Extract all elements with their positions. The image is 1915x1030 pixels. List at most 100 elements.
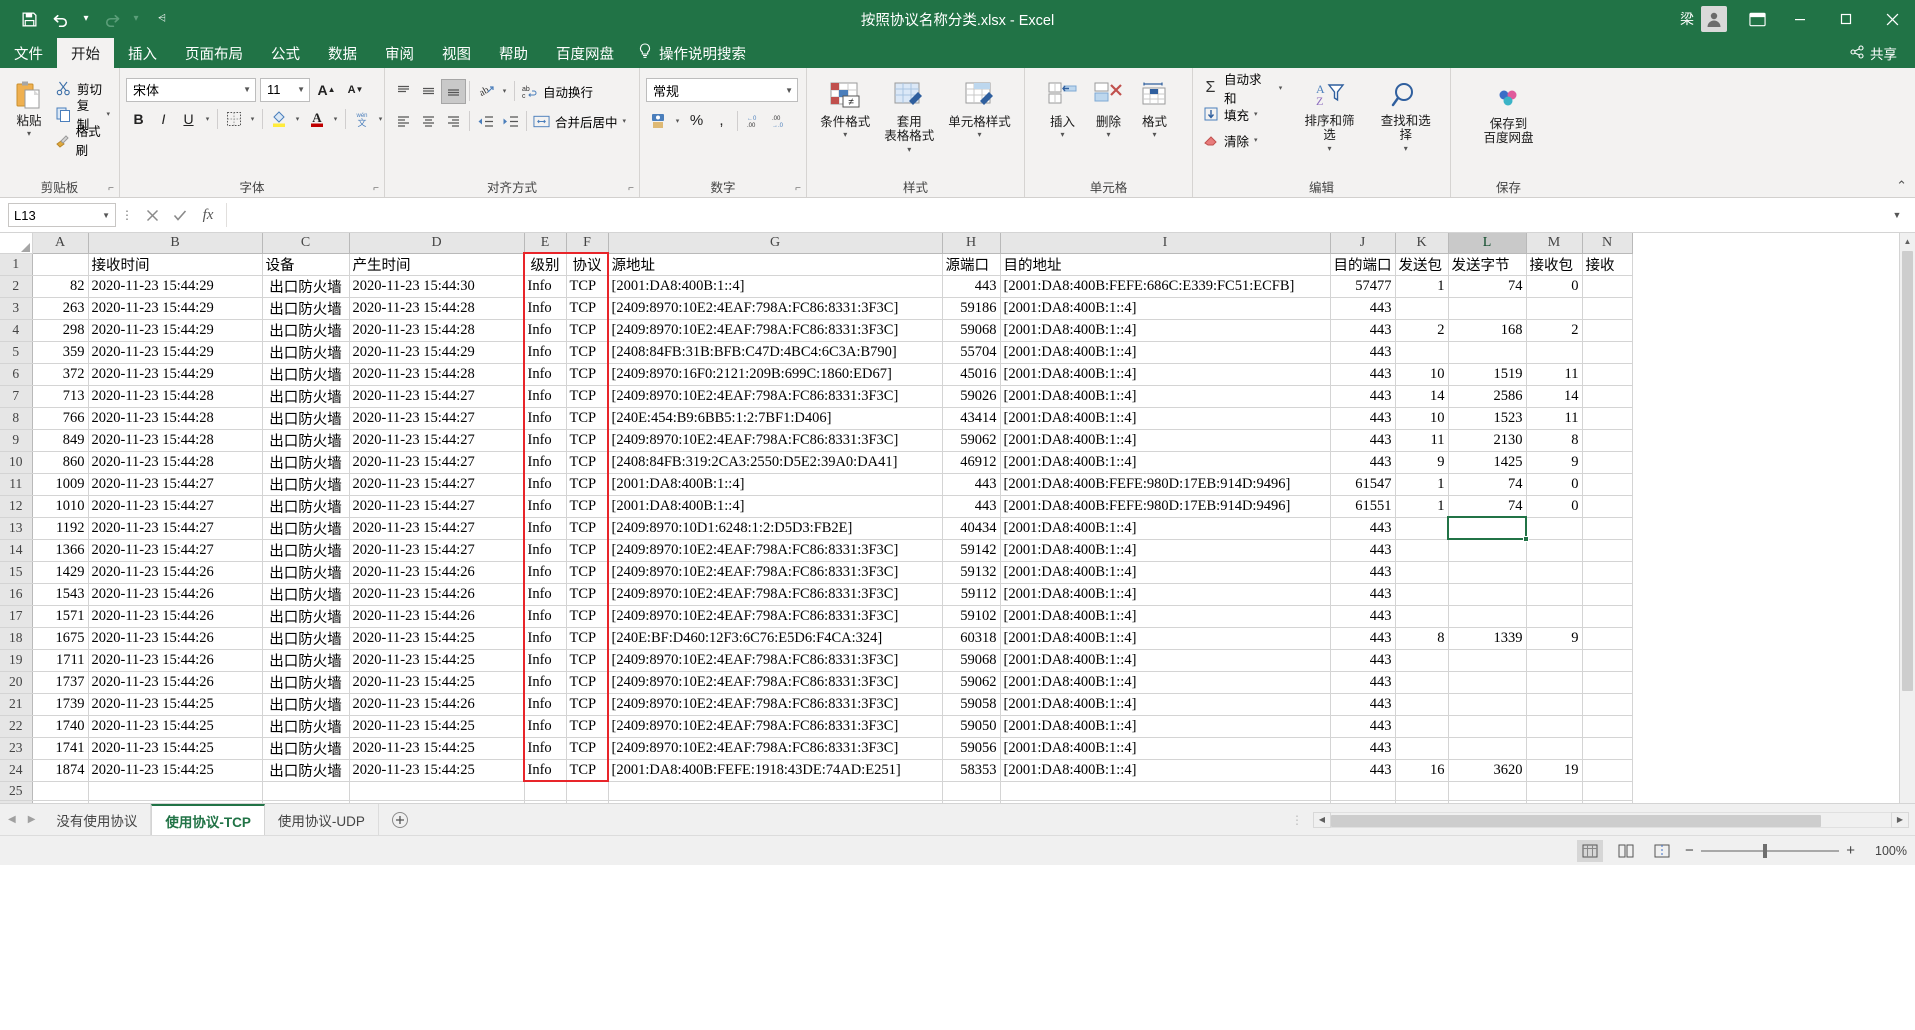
- cell-C17[interactable]: 出口防火墙: [262, 605, 350, 628]
- table-row[interactable]: 2 82 2020-11-23 15:44:29 出口防火墙 2020-11-23 15…: [0, 275, 1633, 298]
- cell-F13[interactable]: TCP: [566, 517, 609, 540]
- column-header-i[interactable]: I: [1000, 233, 1331, 254]
- cell-I18[interactable]: [2001:DA8:400B:1::4]: [1000, 627, 1331, 650]
- cell-N5[interactable]: [1582, 341, 1633, 364]
- cell-H9[interactable]: 59062: [942, 429, 1001, 452]
- cell-B10[interactable]: 2020-11-23 15:44:28: [88, 451, 263, 474]
- page-layout-icon[interactable]: [1613, 840, 1639, 862]
- cell-A7[interactable]: 713: [32, 385, 89, 408]
- row-header-25[interactable]: 25: [0, 781, 33, 801]
- row-header-19[interactable]: 19: [0, 649, 33, 672]
- cell-J17[interactable]: 443: [1330, 605, 1396, 628]
- cell-G20[interactable]: [2409:8970:10E2:4EAF:798A:FC86:8331:3F3C…: [608, 671, 943, 694]
- tab-home[interactable]: 开始: [57, 38, 114, 68]
- cell-I23[interactable]: [2001:DA8:400B:1::4]: [1000, 737, 1331, 760]
- cell-header-E[interactable]: 级别: [524, 253, 567, 276]
- cell-L16[interactable]: [1448, 583, 1527, 606]
- cell-N9[interactable]: [1582, 429, 1633, 452]
- cell-M3[interactable]: [1526, 297, 1583, 320]
- row-header-15[interactable]: 15: [0, 561, 33, 584]
- redo-dropdown-icon[interactable]: ▾: [128, 5, 144, 33]
- cell-D10[interactable]: 2020-11-23 15:44:27: [349, 451, 525, 474]
- column-header-g[interactable]: G: [608, 233, 943, 254]
- zoom-track[interactable]: [1700, 843, 1840, 858]
- cell-A3[interactable]: 263: [32, 297, 89, 320]
- align-bottom-icon[interactable]: [441, 78, 466, 104]
- cell-M26[interactable]: [1526, 800, 1583, 803]
- cell-G9[interactable]: [2409:8970:10E2:4EAF:798A:FC86:8331:3F3C…: [608, 429, 943, 452]
- cell-L13[interactable]: [1448, 517, 1527, 540]
- cell-B3[interactable]: 2020-11-23 15:44:29: [88, 297, 263, 320]
- cell-B2[interactable]: 2020-11-23 15:44:29: [88, 275, 263, 298]
- tab-insert[interactable]: 插入: [114, 38, 171, 68]
- cell-L26[interactable]: [1448, 800, 1527, 803]
- cell-G15[interactable]: [2409:8970:10E2:4EAF:798A:FC86:8331:3F3C…: [608, 561, 943, 584]
- table-row[interactable]: 26: [0, 800, 1633, 803]
- format-as-table-button[interactable]: 套用 表格格式 ▾: [877, 76, 941, 157]
- comma-format-button[interactable]: ,: [709, 108, 734, 133]
- cell-L24[interactable]: 3620: [1448, 759, 1527, 782]
- cell-G6[interactable]: [2409:8970:16F0:2121:209B:699C:1860:ED67…: [608, 363, 943, 386]
- cell-M9[interactable]: 8: [1526, 429, 1583, 452]
- cell-B12[interactable]: 2020-11-23 15:44:27: [88, 495, 263, 518]
- cell-D12[interactable]: 2020-11-23 15:44:27: [349, 495, 525, 518]
- cell-K5[interactable]: [1395, 341, 1449, 364]
- cell-K22[interactable]: [1395, 715, 1449, 738]
- cell-J10[interactable]: 443: [1330, 451, 1396, 474]
- cell-E21[interactable]: Info: [524, 693, 567, 716]
- cell-G10[interactable]: [2408:84FB:319:2CA3:2550:D5E2:39A0:DA41]: [608, 451, 943, 474]
- row-header-22[interactable]: 22: [0, 715, 33, 738]
- scroll-left-icon[interactable]: ◀: [1313, 811, 1331, 828]
- cell-E20[interactable]: Info: [524, 671, 567, 694]
- cell-F21[interactable]: TCP: [566, 693, 609, 716]
- cell-L18[interactable]: 1339: [1448, 627, 1527, 650]
- row-header-3[interactable]: 3: [0, 297, 33, 320]
- align-right-icon[interactable]: [441, 109, 466, 134]
- cell-D25[interactable]: [349, 781, 525, 801]
- cell-E13[interactable]: Info: [524, 517, 567, 540]
- cell-M7[interactable]: 14: [1526, 385, 1583, 408]
- cell-D13[interactable]: 2020-11-23 15:44:27: [349, 517, 525, 540]
- cell-K20[interactable]: [1395, 671, 1449, 694]
- cell-B25[interactable]: [88, 781, 263, 801]
- cell-N25[interactable]: [1582, 781, 1633, 801]
- cell-C6[interactable]: 出口防火墙: [262, 363, 350, 386]
- cell-A8[interactable]: 766: [32, 407, 89, 430]
- alignment-dialog-launcher[interactable]: ⌐: [628, 183, 634, 194]
- row-header-21[interactable]: 21: [0, 693, 33, 716]
- cell-A14[interactable]: 1366: [32, 539, 89, 562]
- cell-N21[interactable]: [1582, 693, 1633, 716]
- cell-header-B[interactable]: 接收时间: [88, 253, 263, 276]
- cell-M10[interactable]: 9: [1526, 451, 1583, 474]
- cell-F9[interactable]: TCP: [566, 429, 609, 452]
- cell-F6[interactable]: TCP: [566, 363, 609, 386]
- cell-D15[interactable]: 2020-11-23 15:44:26: [349, 561, 525, 584]
- insert-cells-button[interactable]: 插入 ▾: [1040, 76, 1086, 142]
- cell-L12[interactable]: 74: [1448, 495, 1527, 518]
- table-row[interactable]: 23 1741 2020-11-23 15:44:25 出口防火墙 2020-11-23…: [0, 737, 1633, 760]
- table-row[interactable]: 15 1429 2020-11-23 15:44:26 出口防火墙 2020-11-23…: [0, 561, 1633, 584]
- cell-header-J[interactable]: 目的端口: [1330, 253, 1396, 276]
- format-painter-button[interactable]: 格式刷: [52, 125, 113, 158]
- cell-K23[interactable]: [1395, 737, 1449, 760]
- cell-B15[interactable]: 2020-11-23 15:44:26: [88, 561, 263, 584]
- cell-D21[interactable]: 2020-11-23 15:44:26: [349, 693, 525, 716]
- cell-I7[interactable]: [2001:DA8:400B:1::4]: [1000, 385, 1331, 408]
- cell-I16[interactable]: [2001:DA8:400B:1::4]: [1000, 583, 1331, 606]
- cell-C3[interactable]: 出口防火墙: [262, 297, 350, 320]
- cell-K8[interactable]: 10: [1395, 407, 1449, 430]
- cell-A4[interactable]: 298: [32, 319, 89, 342]
- save-icon[interactable]: [14, 5, 44, 33]
- row-header-6[interactable]: 6: [0, 363, 33, 386]
- cell-B19[interactable]: 2020-11-23 15:44:26: [88, 649, 263, 672]
- cell-G19[interactable]: [2409:8970:10E2:4EAF:798A:FC86:8331:3F3C…: [608, 649, 943, 672]
- fill-dropdown-icon[interactable]: ▾: [1254, 110, 1258, 118]
- cell-M21[interactable]: [1526, 693, 1583, 716]
- cell-A26[interactable]: [32, 800, 89, 803]
- cell-I6[interactable]: [2001:DA8:400B:1::4]: [1000, 363, 1331, 386]
- cell-L21[interactable]: [1448, 693, 1527, 716]
- cell-header-G[interactable]: 源地址: [608, 253, 943, 276]
- cell-F18[interactable]: TCP: [566, 627, 609, 650]
- cell-J22[interactable]: 443: [1330, 715, 1396, 738]
- cell-M13[interactable]: [1526, 517, 1583, 540]
